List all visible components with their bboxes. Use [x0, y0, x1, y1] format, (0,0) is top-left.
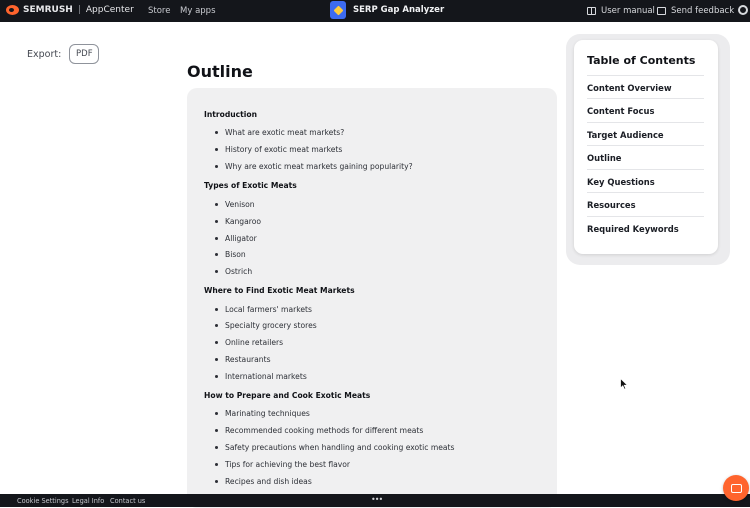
send-feedback-label: Send feedback — [671, 6, 735, 16]
app-name: SERP Gap Analyzer — [353, 5, 445, 15]
toc-divider — [587, 192, 704, 193]
outline-title: Outline — [187, 62, 253, 81]
chat-icon — [657, 7, 666, 15]
chat-bubble-icon — [730, 483, 742, 493]
outline-item: History of exotic meat markets — [214, 145, 343, 154]
outline-item: Why are exotic meat markets gaining popu… — [215, 162, 413, 171]
outline-item: Recipes and dish ideas — [215, 477, 312, 486]
footer-cookie-settings[interactable]: Cookie Settings — [17, 497, 69, 505]
toc-divider — [587, 169, 704, 170]
outline-item: Kangaroo — [214, 217, 262, 226]
book-icon — [587, 7, 596, 15]
semrush-logo-icon — [6, 5, 19, 15]
outline-item: Tips for achieving the best flavor — [214, 460, 351, 469]
user-manual-link[interactable]: User manual — [587, 6, 655, 16]
outline-item: What are exotic meat markets? — [214, 128, 345, 137]
toc-item-content-focus[interactable]: Content Focus — [587, 106, 704, 116]
outline-item: Marinating techniques — [215, 409, 310, 418]
outline-item: Safety precautions when handling and coo… — [215, 443, 455, 452]
outline-section-title: Introduction — [204, 110, 258, 119]
toc-item-content-overview[interactable]: Content Overview — [587, 83, 704, 93]
footer-contact-us[interactable]: Contact us — [110, 497, 145, 505]
toc-divider — [587, 98, 704, 99]
brand-name: SEMRUSH — [23, 5, 73, 15]
outline-item: Alligator — [215, 234, 257, 243]
outline-section-title: Where to Find Exotic Meat Markets — [204, 286, 355, 295]
outline-item: Bison — [215, 250, 246, 259]
chat-bubble-button[interactable] — [723, 475, 749, 501]
outline-item: Specialty grocery stores — [215, 321, 317, 330]
send-feedback-link[interactable]: Send feedback — [657, 6, 734, 16]
outline-item: International markets — [215, 372, 307, 381]
toc-title: Table of Contents — [587, 54, 696, 67]
footer-legal-info[interactable]: Legal Info — [72, 497, 104, 505]
nav-store[interactable]: Store — [148, 6, 170, 16]
app-title[interactable]: SERP Gap Analyzer — [330, 1, 444, 19]
export-row: Export: PDF — [27, 44, 100, 64]
nav-my-apps[interactable]: My apps — [180, 6, 216, 16]
mouse-cursor-icon — [620, 378, 629, 390]
outline-item: Online retailers — [214, 338, 284, 347]
brand[interactable]: SEMRUSH | AppCenter — [6, 5, 134, 15]
outline-section-title: How to Prepare and Cook Exotic Meats — [204, 391, 371, 400]
outline-item: Local farmers' markets — [215, 305, 312, 314]
gear-icon[interactable] — [738, 5, 748, 15]
serp-gap-analyzer-icon — [330, 1, 346, 19]
user-manual-label: User manual — [601, 6, 655, 16]
toc-item-required-keywords[interactable]: Required Keywords — [587, 224, 704, 234]
toc-item-outline[interactable]: Outline — [587, 153, 704, 163]
toc-divider — [587, 75, 704, 76]
toc-divider — [587, 216, 704, 217]
export-pdf-button[interactable]: PDF — [69, 44, 100, 64]
outline-item: Restaurants — [215, 355, 271, 364]
more-options-icon[interactable]: ••• — [371, 495, 383, 504]
toc-divider — [587, 145, 704, 146]
footer-bar: Cookie Settings Legal Info Contact us ••… — [0, 494, 750, 507]
outline-item: Recommended cooking methods for differen… — [214, 426, 424, 435]
brand-section: AppCenter — [85, 5, 134, 15]
export-label: Export: — [27, 48, 62, 60]
outline-section-title: Types of Exotic Meats — [204, 181, 297, 190]
outline-panel: Introduction What are exotic meat market… — [187, 88, 557, 508]
table-of-contents: Table of Contents Content Overview Conte… — [574, 40, 718, 254]
toc-item-target-audience[interactable]: Target Audience — [587, 130, 704, 140]
outline-item: Ostrich — [214, 267, 253, 276]
outline-item: Venison — [215, 200, 255, 209]
toc-divider — [587, 122, 704, 123]
top-bar: SEMRUSH | AppCenter Store My apps SERP G… — [0, 0, 750, 22]
toc-item-key-questions[interactable]: Key Questions — [587, 177, 704, 187]
brand-separator: | — [77, 5, 81, 15]
toc-item-resources[interactable]: Resources — [587, 200, 704, 210]
